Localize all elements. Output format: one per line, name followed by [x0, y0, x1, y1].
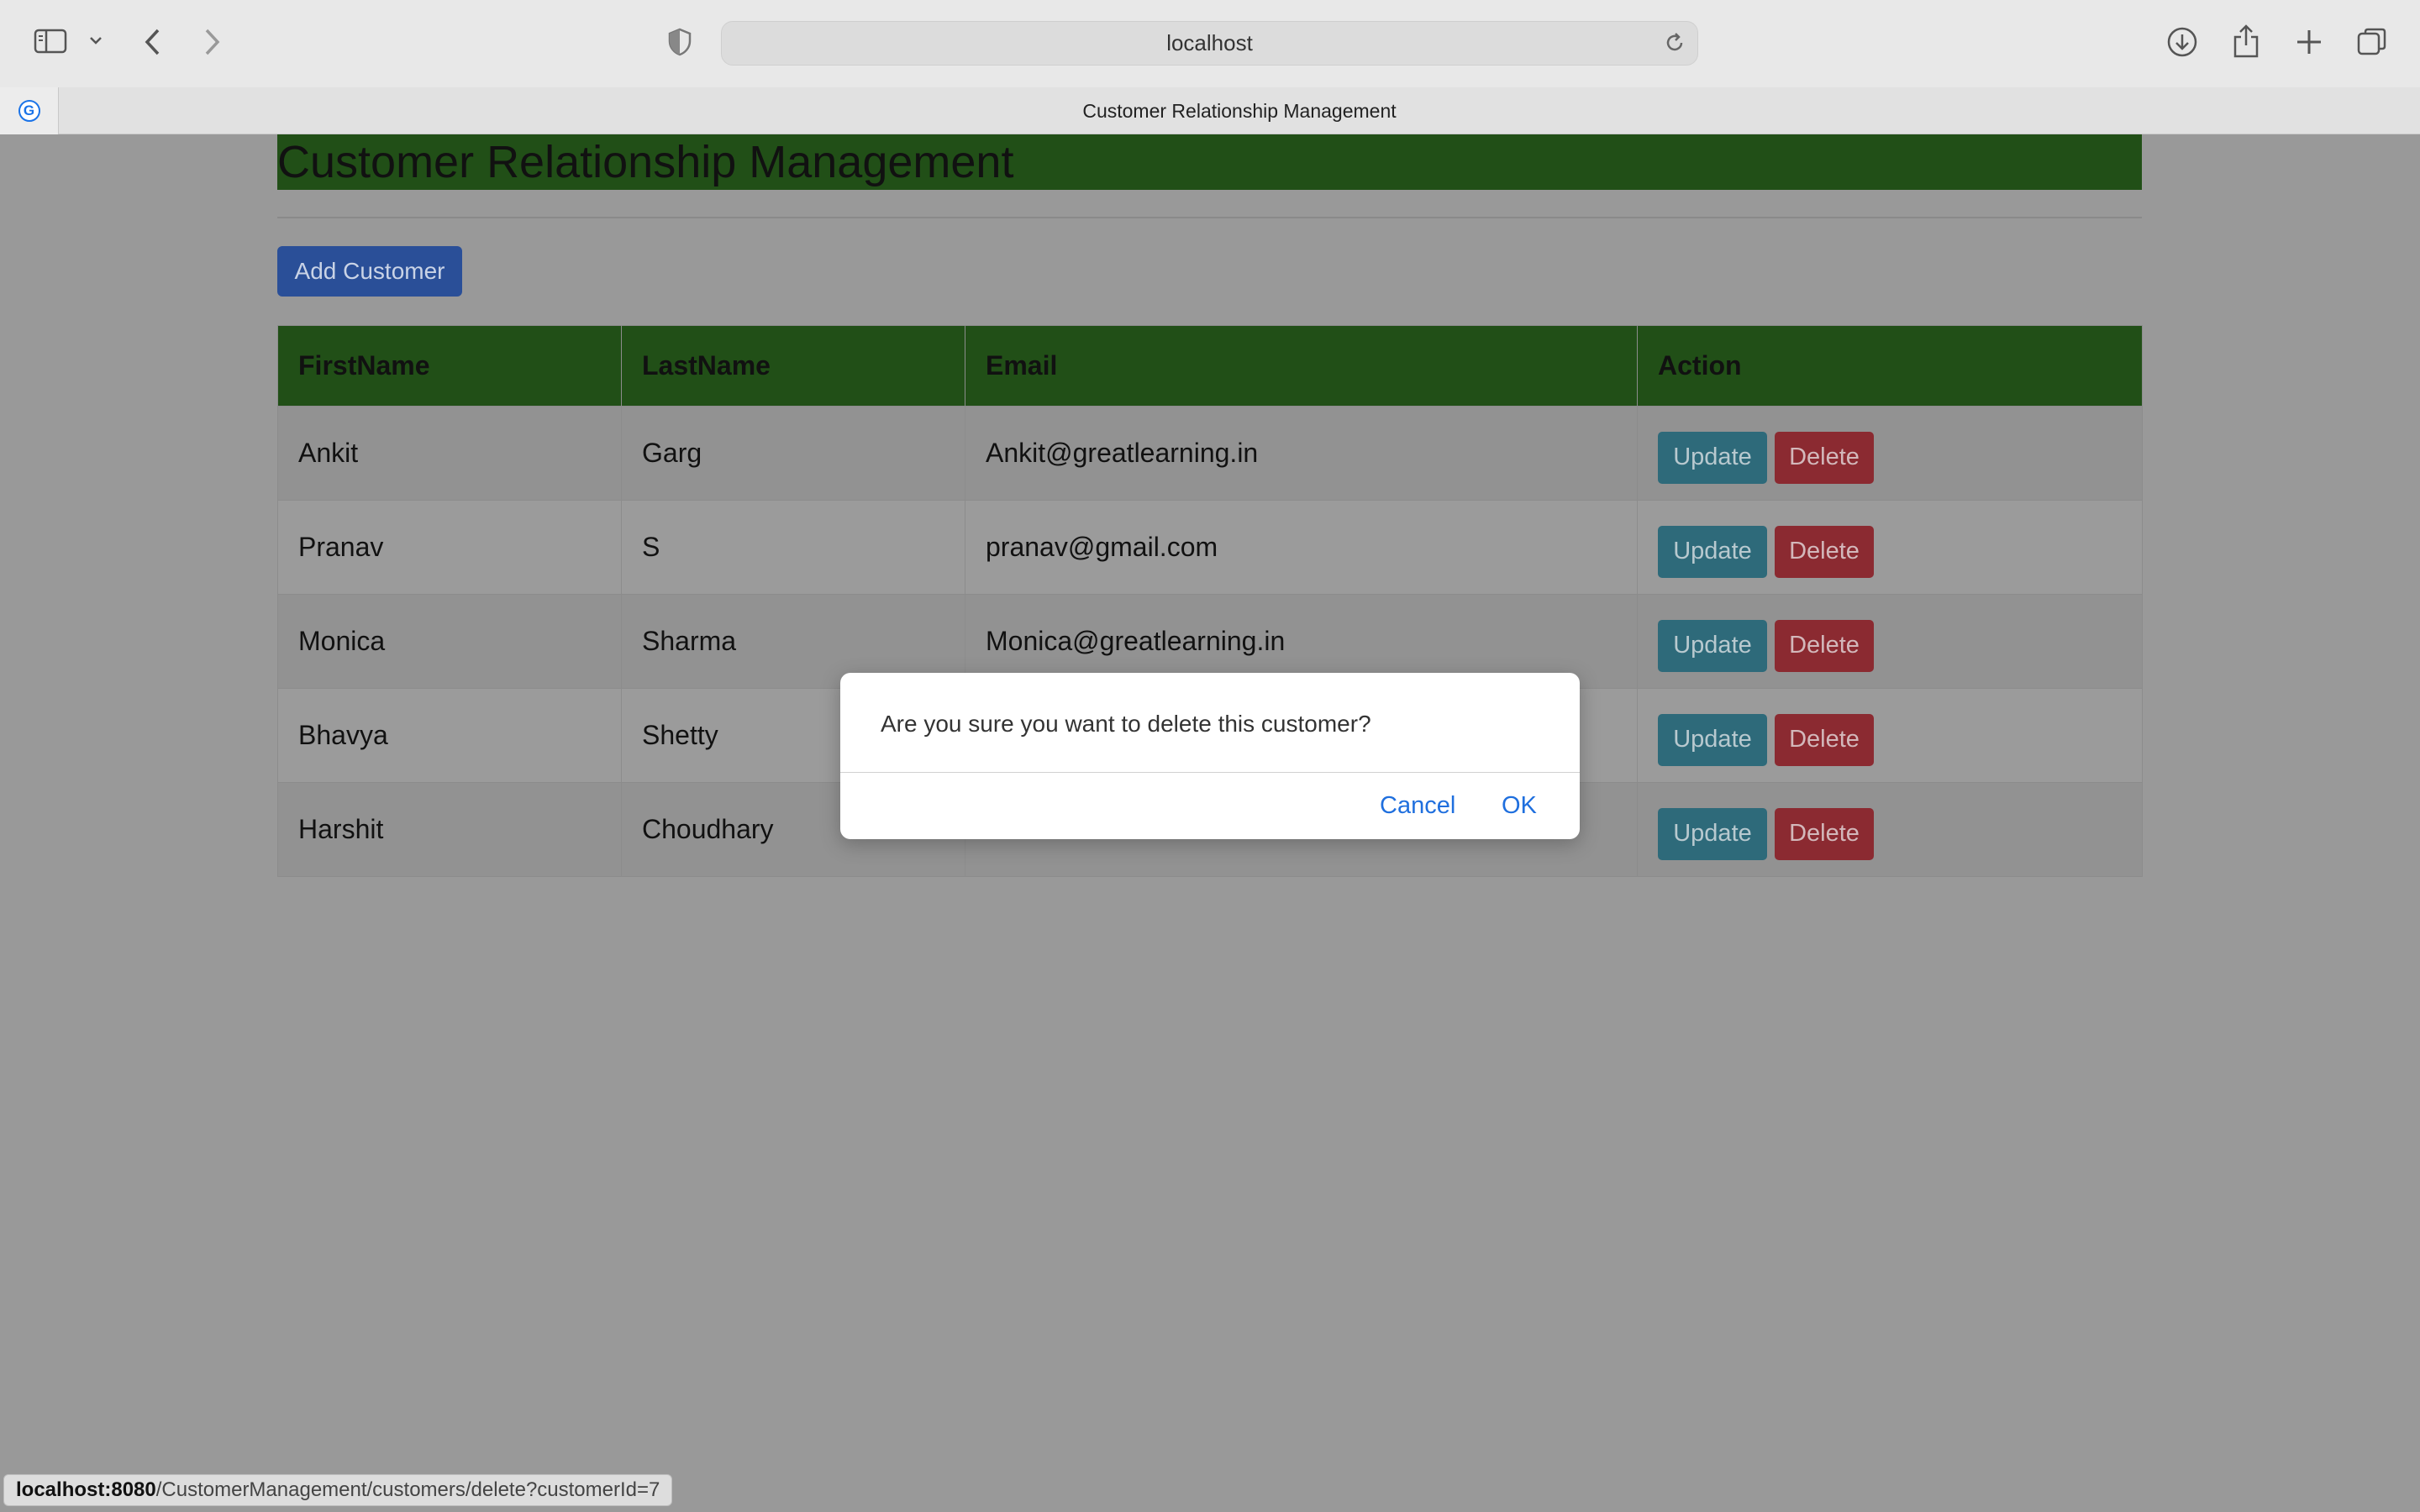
cell-actions: Update Delete — [1637, 500, 2143, 595]
delete-button[interactable]: Delete — [1775, 713, 1874, 766]
dialog-message: Are you sure you want to delete this cus… — [881, 711, 1371, 737]
share-icon[interactable] — [2232, 24, 2260, 59]
column-header-email: Email — [965, 325, 1638, 407]
status-bar-link-preview: localhost:8080/CustomerManagement/custom… — [3, 1474, 673, 1506]
cell-last-name: S — [621, 500, 965, 595]
address-bar[interactable]: localhost — [721, 21, 1698, 66]
confirm-dialog: Are you sure you want to delete this cus… — [840, 673, 1580, 839]
cell-first-name: Ankit — [277, 406, 622, 501]
download-icon[interactable] — [2166, 26, 2198, 58]
table-row: Pranav S pranav@gmail.com Update Delete — [277, 500, 2143, 595]
dialog-divider — [840, 772, 1580, 773]
chevron-right-icon[interactable] — [202, 28, 222, 56]
page-header: Customer Relationship Management — [277, 134, 2142, 190]
column-header-lastname: LastName — [621, 325, 965, 407]
sidebar-icon[interactable] — [34, 28, 67, 55]
chevron-down-icon[interactable] — [89, 35, 103, 45]
tab-title[interactable]: Customer Relationship Management — [59, 87, 2420, 134]
column-header-firstname: FirstName — [277, 325, 622, 407]
tab-bar: G Customer Relationship Management — [0, 87, 2420, 134]
update-button[interactable]: Update — [1658, 713, 1767, 766]
cell-first-name: Pranav — [277, 500, 622, 595]
delete-button[interactable]: Delete — [1775, 525, 1874, 578]
cell-actions: Update Delete — [1637, 406, 2143, 501]
cell-actions: Update Delete — [1637, 782, 2143, 877]
cancel-button[interactable]: Cancel — [1380, 772, 1455, 839]
tabs-icon[interactable] — [2356, 26, 2388, 58]
delete-button[interactable]: Delete — [1775, 431, 1874, 484]
cell-first-name: Harshit — [277, 782, 622, 877]
status-url-host: localhost:8080 — [16, 1478, 156, 1501]
shield-icon[interactable] — [668, 28, 692, 56]
cell-email: pranav@gmail.com — [965, 500, 1638, 595]
page-title: Customer Relationship Management — [277, 137, 1014, 187]
ok-button[interactable]: OK — [1502, 772, 1537, 839]
cell-first-name: Monica — [277, 594, 622, 689]
delete-button[interactable]: Delete — [1775, 807, 1874, 860]
update-button[interactable]: Update — [1658, 619, 1767, 672]
column-header-action: Action — [1637, 325, 2143, 407]
plus-icon[interactable] — [2295, 28, 2323, 56]
update-button[interactable]: Update — [1658, 431, 1767, 484]
pinned-tab[interactable]: G — [0, 87, 59, 134]
cell-actions: Update Delete — [1637, 688, 2143, 783]
cell-first-name: Bhavya — [277, 688, 622, 783]
table-header-row: FirstName LastName Email Action — [277, 325, 2143, 407]
reload-icon[interactable] — [1664, 32, 1686, 58]
google-favicon-icon: G — [18, 100, 40, 122]
delete-button[interactable]: Delete — [1775, 619, 1874, 672]
address-text: localhost — [1166, 30, 1253, 55]
divider — [277, 217, 2142, 218]
status-url-path: /CustomerManagement/customers/delete?cus… — [155, 1478, 660, 1501]
browser-toolbar: localhost — [0, 0, 2420, 87]
update-button[interactable]: Update — [1658, 807, 1767, 860]
chevron-left-icon[interactable] — [143, 28, 163, 56]
cell-last-name: Garg — [621, 406, 965, 501]
cell-email: Ankit@greatlearning.in — [965, 406, 1638, 501]
table-row: Ankit Garg Ankit@greatlearning.in Update… — [277, 406, 2143, 501]
update-button[interactable]: Update — [1658, 525, 1767, 578]
add-customer-button[interactable]: Add Customer — [277, 246, 462, 297]
cell-actions: Update Delete — [1637, 594, 2143, 689]
